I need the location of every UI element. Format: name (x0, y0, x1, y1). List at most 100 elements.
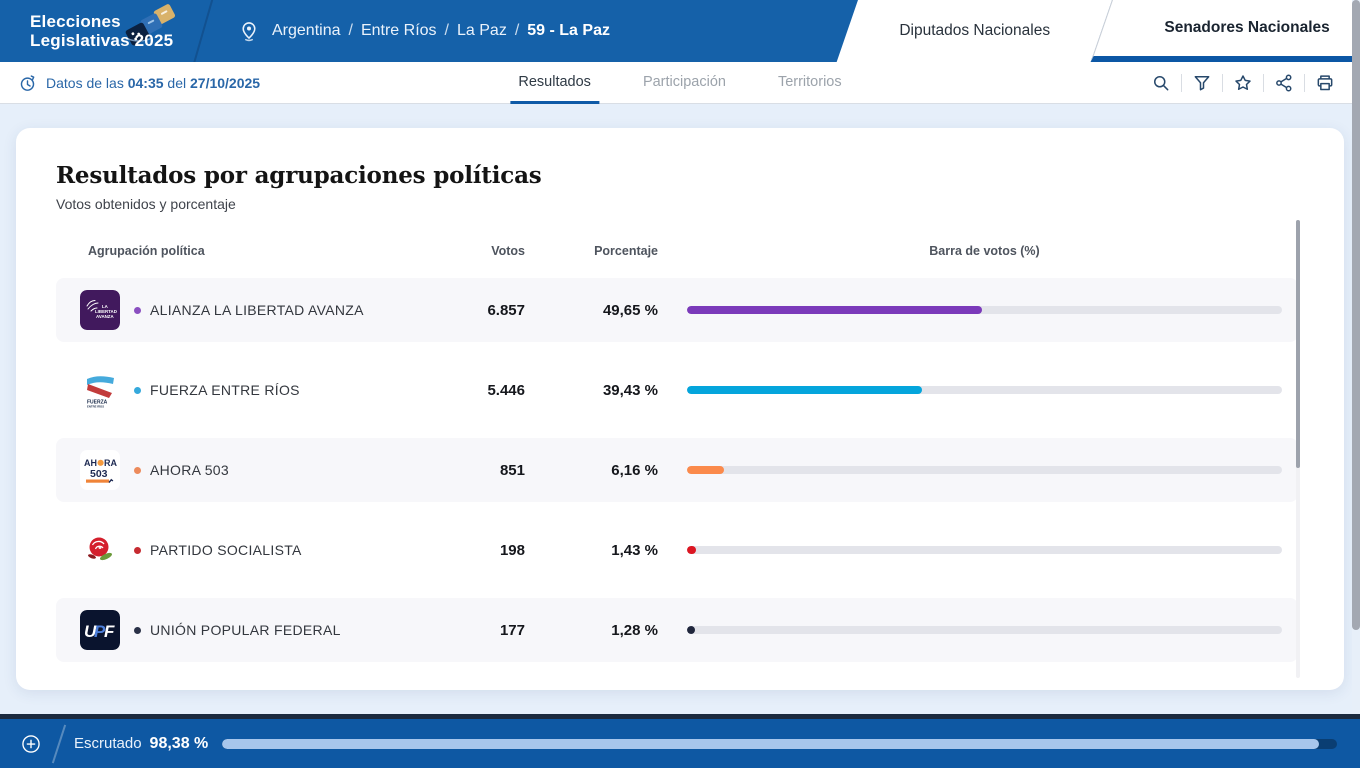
ahora-503-logo: AH RA503 (80, 450, 120, 490)
union-popular-federal-logo: UPF (80, 610, 120, 650)
votes-bar-track (687, 306, 1282, 314)
tab-resultados[interactable]: Resultados (510, 62, 599, 104)
breadcrumb-item-entre-rios[interactable]: Entre Ríos (361, 22, 437, 40)
party-color-bullet (134, 307, 141, 314)
party-votes: 6.857 (435, 302, 525, 319)
toolbar-separator (1222, 74, 1223, 92)
party-percentage: 49,65 % (525, 302, 658, 319)
party-percentage: 1,28 % (525, 622, 658, 639)
breadcrumb-separator: / (445, 22, 449, 40)
view-tabs: Resultados Participación Territorios (510, 62, 849, 104)
sub-header: Datos de las 04:35 del 27/10/2025 Result… (0, 62, 1360, 104)
party-name: PARTIDO SOCIALISTA (150, 542, 302, 558)
toolbar-separator (1263, 74, 1264, 92)
share-icon[interactable] (1273, 72, 1295, 94)
tab-participacion[interactable]: Participación (635, 62, 734, 104)
clock-refresh-icon (18, 74, 37, 93)
star-icon[interactable] (1232, 72, 1254, 94)
party-percentage: 39,43 % (525, 382, 658, 399)
footer-bar: Escrutado 98,38 % (0, 714, 1360, 768)
fuerza-entre-rios-logo: FUERZAENTRE RÍOS (80, 370, 120, 410)
party-name: FUERZA ENTRE RÍOS (150, 382, 300, 398)
party-name: ALIANZA LA LIBERTAD AVANZA (150, 302, 364, 318)
footer-diagonal-divider (52, 724, 66, 763)
tab-diputados-label: Diputados Nacionales (899, 22, 1050, 40)
toolbar-separator (1181, 74, 1182, 92)
tab-senadores-nacionales[interactable]: Senadores Nacionales (1091, 0, 1360, 62)
print-icon[interactable] (1314, 72, 1336, 94)
results-card: Resultados por agrupaciones políticas Vo… (16, 128, 1344, 690)
table-row[interactable]: FUERZAENTRE RÍOS FUERZA ENTRE RÍOS 5.446… (56, 358, 1298, 422)
window-scrollbar-thumb[interactable] (1352, 0, 1360, 630)
svg-text:F: F (104, 622, 115, 641)
votes-bar-track (687, 546, 1282, 554)
column-votos: Votos (435, 244, 525, 258)
party-color-bullet (134, 467, 141, 474)
toolbar-separator (1304, 74, 1305, 92)
party-votes: 5.446 (435, 382, 525, 399)
column-agrupacion: Agrupación política (56, 244, 435, 258)
party-votes: 198 (435, 542, 525, 559)
svg-text:AVANZA: AVANZA (96, 314, 114, 319)
table-header: Agrupación política Votos Porcentaje Bar… (56, 244, 1298, 258)
card-title: Resultados por agrupaciones políticas (56, 162, 1298, 189)
party-votes: 177 (435, 622, 525, 639)
card-subtitle: Votos obtenidos y porcentaje (56, 196, 1298, 212)
results-rows: LALIBERTADAVANZA ALIANZA LA LIBERTAD AVA… (56, 278, 1298, 662)
party-votes: 851 (435, 462, 525, 479)
filter-icon[interactable] (1191, 72, 1213, 94)
toolbar (1150, 62, 1336, 104)
party-name: UNIÓN POPULAR FEDERAL (150, 622, 341, 638)
breadcrumb-current-59-la-paz: 59 - La Paz (527, 22, 610, 40)
table-row[interactable]: LALIBERTADAVANZA ALIANZA LA LIBERTAD AVA… (56, 278, 1298, 342)
card-scrollbar (1296, 220, 1300, 678)
plus-circle-icon[interactable] (20, 733, 42, 755)
svg-text:AH: AH (84, 458, 97, 468)
party-color-bullet (134, 547, 141, 554)
breadcrumb-separator: / (349, 22, 353, 40)
party-percentage: 6,16 % (525, 462, 658, 479)
column-porcentaje: Porcentaje (525, 244, 658, 258)
app-logo-line1: Elecciones (30, 12, 173, 31)
tab-territorios[interactable]: Territorios (770, 62, 850, 104)
search-icon[interactable] (1150, 72, 1172, 94)
svg-text:ENTRE RÍOS: ENTRE RÍOS (87, 404, 104, 409)
scrutinized-bar-fill (222, 739, 1319, 749)
data-timestamp: Datos de las 04:35 del 27/10/2025 (18, 62, 260, 104)
top-header: Elecciones Legislativas 2025 (0, 0, 1360, 62)
scrutinized-bar (222, 739, 1337, 749)
escrutado-label: Escrutado (74, 735, 142, 752)
breadcrumb: Argentina / Entre Ríos / La Paz / 59 - L… (238, 0, 610, 62)
party-color-bullet (134, 627, 141, 634)
header-diagonal-divider (191, 0, 215, 62)
location-pin-icon (238, 19, 260, 43)
table-row[interactable]: UPF UNIÓN POPULAR FEDERAL 177 1,28 % (56, 598, 1298, 662)
votes-bar-fill (687, 466, 724, 474)
table-row[interactable]: AHRA503 AHORA 503 851 6,16 % (56, 438, 1298, 502)
alianza-la-libertad-avanza-logo: LALIBERTADAVANZA (80, 290, 120, 330)
card-scrollbar-thumb[interactable] (1296, 220, 1300, 468)
table-row[interactable]: PARTIDO SOCIALISTA 198 1,43 % (56, 518, 1298, 582)
svg-text:RA: RA (104, 458, 117, 468)
tab-diputados-nacionales[interactable]: Diputados Nacionales (837, 0, 1112, 62)
party-color-bullet (134, 387, 141, 394)
votes-bar-track (687, 466, 1282, 474)
column-barra: Barra de votos (%) (687, 244, 1282, 258)
breadcrumb-item-argentina[interactable]: Argentina (272, 22, 341, 40)
contest-tabs: Diputados Nacionales Senadores Nacionale… (837, 0, 1360, 62)
data-timestamp-text: Datos de las 04:35 del 27/10/2025 (46, 75, 260, 91)
votes-bar-track (687, 626, 1282, 634)
votes-bar-fill (687, 386, 922, 394)
votes-bar-fill (687, 546, 696, 554)
window-scrollbar (1352, 0, 1360, 714)
votes-bar-fill (687, 626, 695, 634)
app-logo: Elecciones Legislativas 2025 (30, 12, 173, 50)
votes-bar-track (687, 386, 1282, 394)
escrutado-percent: 98,38 % (150, 735, 209, 753)
svg-text:503: 503 (90, 468, 108, 480)
partido-socialista-logo (80, 530, 120, 570)
breadcrumb-separator: / (515, 22, 519, 40)
breadcrumb-item-la-paz[interactable]: La Paz (457, 22, 507, 40)
tab-senadores-label: Senadores Nacionales (1164, 19, 1329, 37)
party-percentage: 1,43 % (525, 542, 658, 559)
